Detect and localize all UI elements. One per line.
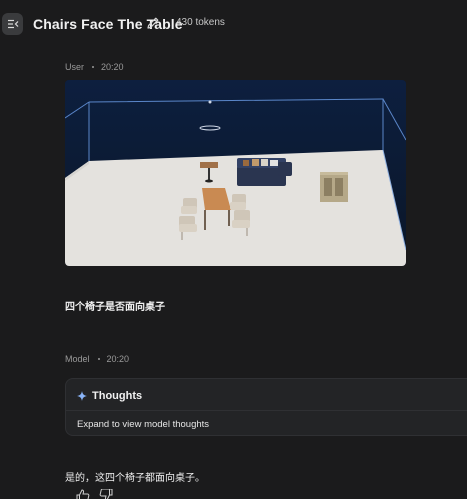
user-role-label: User xyxy=(65,62,85,72)
model-turn-meta: Model 20:20 xyxy=(65,354,129,364)
room-render-image[interactable] xyxy=(65,80,406,266)
thumbs-down-icon[interactable] xyxy=(99,489,113,499)
page-title: Chairs Face The Table xyxy=(33,16,183,32)
model-answer: 是的，这四个椅子都面向桌子。 xyxy=(65,473,205,484)
thumbs-up-icon[interactable] xyxy=(76,489,90,499)
model-role-label: Model xyxy=(65,354,90,364)
divider xyxy=(66,410,467,411)
expand-thoughts-link[interactable]: Expand to view model thoughts xyxy=(77,419,209,430)
thoughts-panel[interactable]: Thoughts Expand to view model thoughts xyxy=(65,378,467,436)
separator-dot xyxy=(97,358,100,360)
model-timestamp: 20:20 xyxy=(106,354,130,364)
user-turn-meta: User 20:20 xyxy=(65,62,124,72)
token-count: 430 tokens xyxy=(176,17,225,28)
room-scene xyxy=(65,80,406,266)
sidebar-toggle-button[interactable] xyxy=(2,13,23,35)
thoughts-title: Thoughts xyxy=(92,390,143,402)
user-message: 四个椅子是否面向桌子 xyxy=(65,302,165,313)
thoughts-header[interactable]: Thoughts xyxy=(77,390,142,402)
pencil-icon[interactable] xyxy=(146,16,160,30)
user-timestamp: 20:20 xyxy=(101,62,124,72)
sparkle-icon xyxy=(77,391,87,401)
menu-collapse-icon xyxy=(7,19,18,29)
separator-dot xyxy=(92,66,95,68)
top-bar: Chairs Face The Table 430 tokens xyxy=(0,0,467,48)
